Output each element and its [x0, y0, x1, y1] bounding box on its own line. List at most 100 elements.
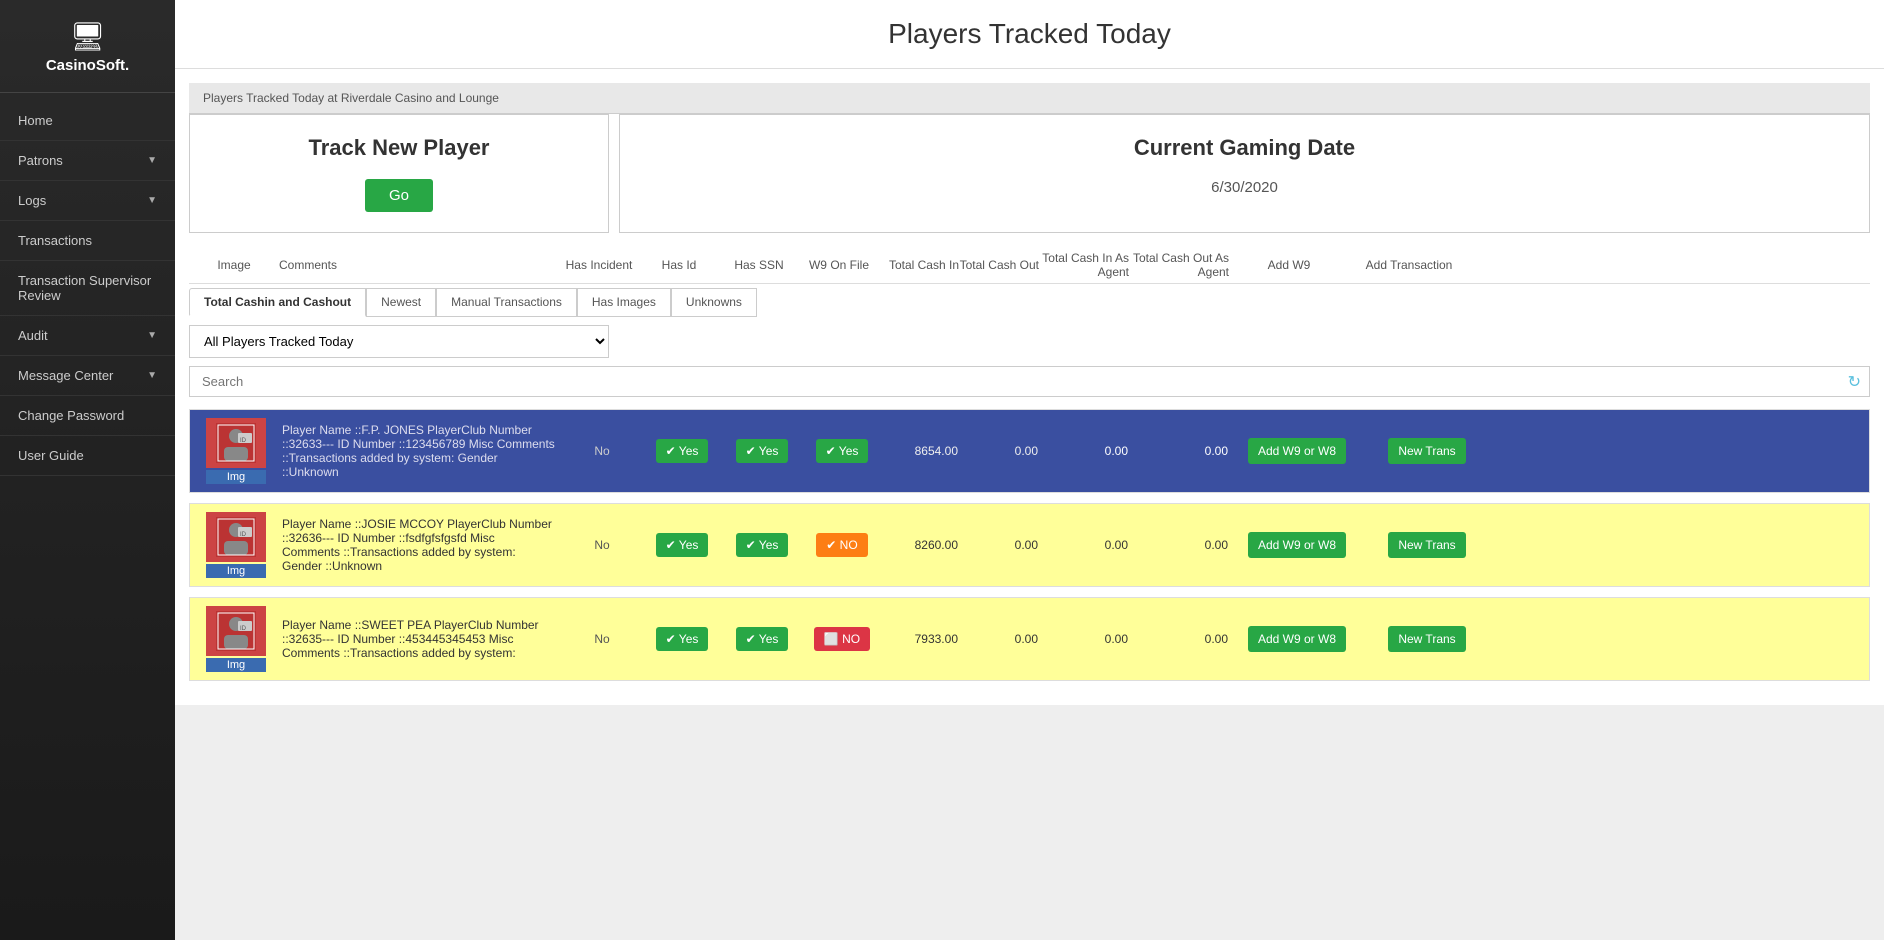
main-area: Players Tracked Today Players Tracked To…: [175, 0, 1884, 940]
add-w9-cell: Add W9 or W8: [1232, 438, 1362, 464]
gaming-date-title: Current Gaming Date: [640, 135, 1849, 161]
sidebar-item-change-password[interactable]: Change Password: [0, 396, 175, 436]
tab-manual-transactions[interactable]: Manual Transactions: [436, 288, 577, 317]
svg-text:ID: ID: [240, 438, 247, 444]
sidebar-item-home[interactable]: Home: [0, 101, 175, 141]
player-info: Player Name ::F.P. JONES PlayerClub Numb…: [282, 423, 562, 479]
player-list: ID Img Player Name ::F.P. JONES PlayerCl…: [189, 409, 1870, 681]
has-ssn-badge: ✔ Yes: [722, 533, 802, 557]
new-trans-button[interactable]: New Trans: [1388, 438, 1465, 464]
col-header-has-ssn: Has SSN: [719, 258, 799, 272]
sidebar-item-transaction-supervisor-review[interactable]: Transaction Supervisor Review: [0, 261, 175, 316]
filter-dropdown-wrap: All Players Tracked Today Has Incident N…: [189, 325, 1870, 358]
img-label: Img: [206, 658, 266, 672]
add-w9-button[interactable]: Add W9 or W8: [1248, 438, 1346, 464]
total-cash-out: 0.00: [962, 632, 1042, 646]
search-wrap: ↻: [189, 366, 1870, 397]
player-photo: ID: [206, 418, 266, 468]
filter-tabs: Total Cashin and Cashout Newest Manual T…: [189, 288, 1870, 317]
has-incident-value: No: [562, 632, 642, 646]
sidebar-item-logs[interactable]: Logs ▼: [0, 181, 175, 221]
tab-has-images[interactable]: Has Images: [577, 288, 671, 317]
new-trans-button[interactable]: New Trans: [1388, 626, 1465, 652]
logo-icon: 🖥: [70, 20, 106, 53]
tab-newest[interactable]: Newest: [366, 288, 436, 317]
add-w9-button[interactable]: Add W9 or W8: [1248, 532, 1346, 558]
go-button[interactable]: Go: [365, 179, 433, 212]
track-new-player-title: Track New Player: [210, 135, 588, 161]
w9-button[interactable]: ✔ NO: [816, 533, 867, 557]
w9-button[interactable]: ✔ Yes: [816, 439, 869, 463]
tab-unknowns[interactable]: Unknowns: [671, 288, 757, 317]
col-header-add-transaction: Add Transaction: [1349, 258, 1469, 272]
col-header-w9: W9 On File: [799, 258, 879, 272]
add-w9-button[interactable]: Add W9 or W8: [1248, 626, 1346, 652]
total-cash-out: 0.00: [962, 538, 1042, 552]
table-row: ID Img Player Name ::F.P. JONES PlayerCl…: [189, 409, 1870, 493]
column-headers: Image Comments Has Incident Has Id Has S…: [189, 247, 1870, 284]
add-trans-cell: New Trans: [1362, 438, 1492, 464]
add-w9-cell: Add W9 or W8: [1232, 626, 1362, 652]
has-id-badge: ✔ Yes: [642, 533, 722, 557]
col-header-has-id: Has Id: [639, 258, 719, 272]
tab-total-cashin-cashout[interactable]: Total Cashin and Cashout: [189, 288, 366, 317]
img-label: Img: [206, 564, 266, 578]
logo-text: CasinoSoft.: [46, 57, 129, 74]
has-ssn-button[interactable]: ✔ Yes: [736, 533, 789, 557]
w9-on-file-badge: ✔ NO: [802, 533, 882, 557]
player-image-wrap: ID Img: [196, 512, 276, 578]
has-id-badge: ✔ Yes: [642, 439, 722, 463]
sidebar-item-patrons[interactable]: Patrons ▼: [0, 141, 175, 181]
total-cash-out-agent: 0.00: [1132, 538, 1232, 552]
table-row: ID Img Player Name ::JOSIE MCCOY PlayerC…: [189, 503, 1870, 587]
player-image-wrap: ID Img: [196, 418, 276, 484]
top-panels: Track New Player Go Current Gaming Date …: [189, 114, 1870, 233]
col-header-image: Image: [189, 258, 279, 272]
page-title: Players Tracked Today: [175, 0, 1884, 69]
total-cash-in: 8654.00: [882, 444, 962, 458]
gaming-date-panel: Current Gaming Date 6/30/2020: [619, 114, 1870, 233]
total-cash-in-agent: 0.00: [1042, 538, 1132, 552]
has-ssn-badge: ✔ Yes: [722, 627, 802, 651]
has-incident-value: No: [562, 538, 642, 552]
col-header-add-w9: Add W9: [1229, 258, 1349, 272]
col-header-comments: Comments: [279, 258, 559, 272]
w9-on-file-badge: ⬜ NO: [802, 627, 882, 651]
player-photo: ID: [206, 512, 266, 562]
search-input[interactable]: [198, 367, 1848, 396]
total-cash-in-agent: 0.00: [1042, 632, 1132, 646]
filter-dropdown[interactable]: All Players Tracked Today Has Incident N…: [189, 325, 609, 358]
sidebar-item-audit[interactable]: Audit ▼: [0, 316, 175, 356]
has-id-badge: ✔ Yes: [642, 627, 722, 651]
total-cash-out-agent: 0.00: [1132, 632, 1232, 646]
chevron-down-icon: ▼: [147, 330, 157, 341]
total-cash-out-agent: 0.00: [1132, 444, 1232, 458]
svg-text:ID: ID: [240, 532, 247, 538]
sidebar-item-message-center[interactable]: Message Center ▼: [0, 356, 175, 396]
has-ssn-button[interactable]: ✔ Yes: [736, 439, 789, 463]
refresh-icon[interactable]: ↻: [1848, 372, 1861, 392]
new-trans-button[interactable]: New Trans: [1388, 532, 1465, 558]
has-id-button[interactable]: ✔ Yes: [656, 533, 709, 557]
player-info: Player Name ::SWEET PEA PlayerClub Numbe…: [282, 618, 562, 660]
table-row: ID Img Player Name ::SWEET PEA PlayerClu…: [189, 597, 1870, 681]
sidebar-item-user-guide[interactable]: User Guide: [0, 436, 175, 476]
add-w9-cell: Add W9 or W8: [1232, 532, 1362, 558]
content-area: Players Tracked Today at Riverdale Casin…: [175, 69, 1884, 940]
has-ssn-button[interactable]: ✔ Yes: [736, 627, 789, 651]
total-cash-out: 0.00: [962, 444, 1042, 458]
chevron-down-icon: ▼: [147, 370, 157, 381]
col-header-total-cash-out: Total Cash Out: [959, 258, 1039, 272]
chevron-down-icon: ▼: [147, 195, 157, 206]
w9-on-file-badge: ✔ Yes: [802, 439, 882, 463]
has-id-button[interactable]: ✔ Yes: [656, 627, 709, 651]
inner-content: Players Tracked Today at Riverdale Casin…: [175, 69, 1884, 705]
player-info: Player Name ::JOSIE MCCOY PlayerClub Num…: [282, 517, 562, 573]
col-header-cash-out-agent: Total Cash Out As Agent: [1129, 251, 1229, 279]
has-id-button[interactable]: ✔ Yes: [656, 439, 709, 463]
player-photo: ID: [206, 606, 266, 656]
w9-button[interactable]: ⬜ NO: [814, 627, 870, 651]
sidebar-item-transactions[interactable]: Transactions: [0, 221, 175, 261]
track-new-player-panel: Track New Player Go: [189, 114, 609, 233]
total-cash-in-agent: 0.00: [1042, 444, 1132, 458]
